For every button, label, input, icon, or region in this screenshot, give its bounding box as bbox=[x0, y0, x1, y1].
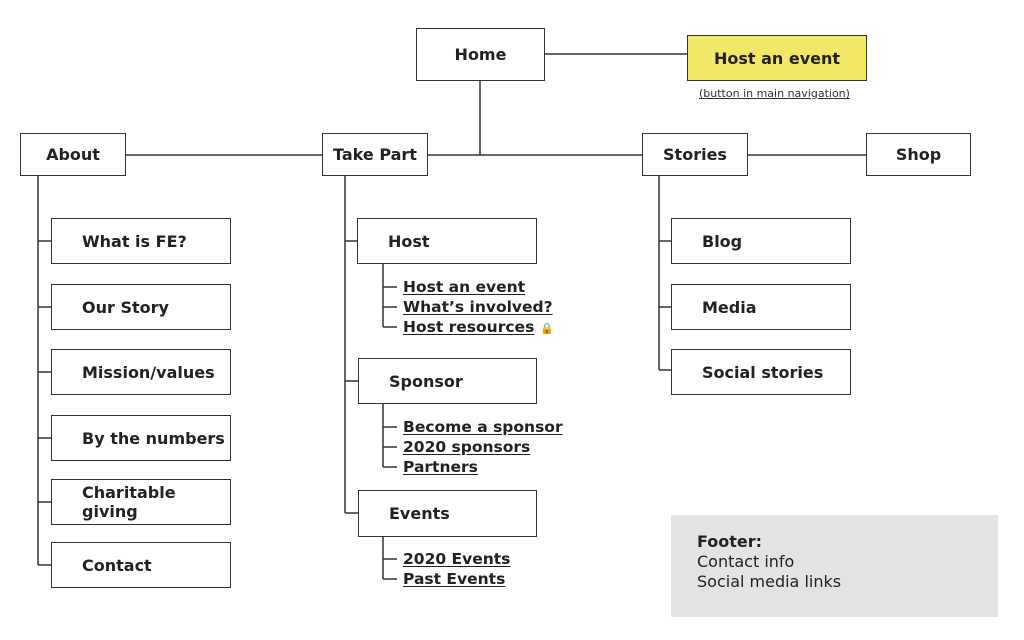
node-about: About bbox=[20, 133, 126, 176]
node-charitable-giving: Charitable giving bbox=[51, 479, 231, 525]
node-contact: Contact bbox=[51, 542, 231, 588]
lock-icon: 🔒 bbox=[540, 322, 554, 335]
node-take-part: Take Part bbox=[322, 133, 428, 176]
host-button-caption: (button in main navigation) bbox=[699, 87, 850, 100]
node-sponsor: Sponsor bbox=[358, 358, 537, 404]
node-mission-values: Mission/values bbox=[51, 349, 231, 395]
footer-title: Footer: bbox=[697, 532, 763, 551]
link-partners: Partners bbox=[403, 458, 478, 476]
link-whats-involved: What’s involved? bbox=[403, 298, 553, 316]
node-what-is-fe: What is FE? bbox=[51, 218, 231, 264]
node-host: Host bbox=[357, 218, 537, 264]
sitemap-diagram: Home Host an event (button in main navig… bbox=[0, 0, 1024, 640]
node-media: Media bbox=[671, 284, 851, 330]
node-blog: Blog bbox=[671, 218, 851, 264]
link-host-resources: Host resources 🔒 bbox=[403, 317, 554, 339]
footer-line: Social media links bbox=[697, 572, 842, 591]
node-stories: Stories bbox=[642, 133, 748, 176]
link-host-an-event: Host an event bbox=[403, 278, 526, 296]
link-become-a-sponsor: Become a sponsor bbox=[403, 418, 563, 436]
node-our-story: Our Story bbox=[51, 284, 231, 330]
link-host-resources-label: Host resources bbox=[403, 318, 535, 336]
node-host-an-event-button: Host an event bbox=[687, 35, 867, 81]
node-social-stories: Social stories bbox=[671, 349, 851, 395]
node-shop: Shop bbox=[866, 133, 971, 176]
link-2020-events: 2020 Events bbox=[403, 550, 511, 568]
footer-line: Contact info bbox=[697, 552, 795, 571]
node-events: Events bbox=[358, 490, 537, 537]
link-2020-sponsors: 2020 sponsors bbox=[403, 438, 531, 456]
link-past-events: Past Events bbox=[403, 570, 506, 588]
node-home: Home bbox=[416, 28, 545, 81]
footer-note: Footer: Contact info Social media links bbox=[671, 515, 998, 617]
node-by-the-numbers: By the numbers bbox=[51, 415, 231, 461]
